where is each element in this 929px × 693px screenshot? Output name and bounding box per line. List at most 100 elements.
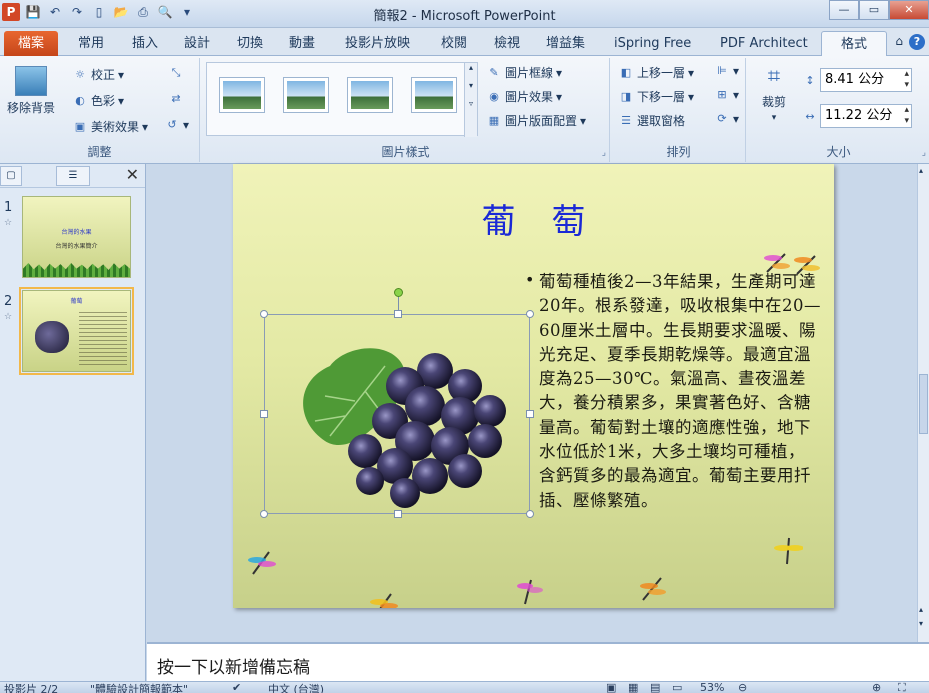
height-field[interactable]: 8.41 公分 ▴ ▾ [820,68,912,92]
slide-thumbnail-2[interactable]: 葡萄 [19,287,134,375]
slide-sorter-view-icon[interactable]: ▦ [628,682,638,693]
dragonfly-decoration [517,579,543,605]
tab-slideshow[interactable]: 投影片放映 [337,31,418,56]
thumb-grape-image [35,321,69,353]
bring-forward-button[interactable]: ◧ 上移一層 ▾ [618,64,694,81]
vertical-scrollbar[interactable]: ▴ ▴ ▾ [917,164,929,642]
maximize-button[interactable]: ▭ [859,0,889,20]
send-backward-icon: ◨ [620,89,632,103]
slide[interactable]: 葡萄 • 葡萄種植後2—3年結果，生產期可達20年。根系發達，吸收根集中在20—… [233,164,834,608]
style-thumbnail[interactable] [411,77,457,113]
picture-effects-button[interactable]: ◉ 圖片效果 ▾ [486,88,562,105]
rotation-handle[interactable] [394,288,403,297]
outline-tab-icon[interactable]: ☰ [56,166,90,186]
tab-view[interactable]: 檢視 [486,31,528,56]
width-field[interactable]: 11.22 公分 ▴ ▾ [820,104,912,128]
grass-decoration [23,263,130,277]
close-button[interactable]: ✕ [889,0,929,20]
minimize-ribbon-icon[interactable]: ⌂ [895,34,903,50]
width-spinner[interactable]: ▴ ▾ [904,105,909,127]
dragonfly-decoration [764,253,790,273]
crop-icon: ⌗ [767,64,781,89]
tab-insert[interactable]: 插入 [124,31,166,56]
picture-border-button[interactable]: ✎ 圖片框線 ▾ [486,64,562,81]
selection-pane-button[interactable]: ☰ 選取窗格 [618,112,685,129]
style-thumbnail[interactable] [347,77,393,113]
dragonfly-decoration [248,551,276,575]
slides-panel-header: ▢ ☰ ✕ [0,164,145,188]
tab-home[interactable]: 常用 [70,31,112,56]
slide-title[interactable]: 葡萄 [233,194,834,243]
slides-tab-icon[interactable]: ▢ [0,166,22,186]
corrections-button[interactable]: ☼ 校正 ▾ [72,66,124,83]
width-value: 11.22 公分 [825,108,893,123]
crop-button[interactable]: ⌗ 裁剪 ▾ [754,64,794,123]
artistic-effects-button[interactable]: ▣ 美術效果 ▾ [72,118,148,135]
bring-forward-icon: ◧ [620,65,632,79]
align-icon: ⊫ [717,64,727,77]
close-panel-icon[interactable]: ✕ [126,165,139,184]
spellcheck-icon[interactable]: ✔ [232,682,241,693]
animation-star-icon: ☆ [4,312,13,322]
slideshow-view-icon[interactable]: ▭ [672,682,682,693]
resize-handle[interactable] [260,310,268,318]
resize-handle[interactable] [526,510,534,518]
resize-handle[interactable] [526,410,534,418]
picture-layout-button[interactable]: ▦ 圖片版面配置 ▾ [486,112,586,129]
compress-pictures-button[interactable]: ⤡ [168,66,184,80]
picture-border-label: 圖片框線 [505,66,554,80]
resize-handle[interactable] [394,510,402,518]
zoom-out-icon[interactable]: ⊖ [738,682,747,693]
language-status[interactable]: 中文 (台灣) [268,682,324,693]
selected-picture[interactable] [260,288,534,518]
resize-handle[interactable] [394,310,402,318]
selection-pane-label: 選取窗格 [637,114,686,128]
normal-view-icon[interactable]: ▣ [606,682,616,693]
tab-design[interactable]: 設計 [176,31,218,56]
send-backward-button[interactable]: ◨ 下移一層 ▾ [618,88,694,105]
fit-to-window-icon[interactable]: ⛶ [898,682,906,693]
notes-placeholder[interactable]: 按一下以新增備忘稿 [157,653,310,678]
send-backward-label: 下移一層 [637,90,686,104]
tab-animations[interactable]: 動畫 [281,31,323,56]
group-picture-styles-label: 圖片樣式 [381,145,430,159]
thumb-body-text [79,309,127,367]
group-objects-button[interactable]: ⊞ ▾ [714,88,739,102]
tab-transitions[interactable]: 切換 [229,31,271,56]
zoom-in-icon[interactable]: ⊕ [872,682,881,693]
style-thumbnail[interactable] [283,77,329,113]
tab-addins[interactable]: 增益集 [538,31,593,56]
height-spinner[interactable]: ▴ ▾ [904,69,909,91]
align-button[interactable]: ⊫ ▾ [714,64,739,78]
slide-count-status: 投影片 2/2 [4,683,59,693]
change-picture-button[interactable]: ⇄ [168,92,184,106]
resize-handle[interactable] [526,310,534,318]
notes-pane[interactable]: 按一下以新增備忘稿 [147,642,929,681]
tab-format[interactable]: 格式 [821,31,887,57]
reading-view-icon[interactable]: ▤ [650,682,660,693]
window-controls: — ▭ ✕ [829,0,929,20]
style-thumbnail[interactable] [219,77,265,113]
gallery-scroll[interactable]: ▴ ▾ ▿ [464,63,477,137]
slide-thumbnail-1[interactable]: 台灣的水果 台灣的水果簡介 [22,196,131,278]
thumb-title: 葡萄 [70,298,83,305]
reset-picture-button[interactable]: ↺ ▾ [164,118,189,132]
slide-body-text[interactable]: 葡萄種植後2—3年結果，生產期可達20年。根系發達，吸收根集中在20—60厘米土… [539,270,821,513]
reset-picture-icon: ↺ [167,118,177,131]
resize-handle[interactable] [260,410,268,418]
size-dialog-launcher-icon[interactable]: ⌟ [922,148,926,158]
color-button[interactable]: ◐ 色彩 ▾ [72,92,124,109]
compress-icon: ⤡ [171,66,181,79]
tab-review[interactable]: 校閱 [433,31,475,56]
tab-ispring[interactable]: iSpring Free [606,31,699,56]
minimize-button[interactable]: — [829,0,859,20]
remove-background-button[interactable]: 移除背景 [2,66,60,116]
rotate-button[interactable]: ⟳ ▾ [714,112,739,126]
tab-pdf-architect[interactable]: PDF Architect [712,31,816,56]
zoom-level[interactable]: 53% [700,682,724,693]
dialog-launcher-icon[interactable]: ⌟ [602,148,606,158]
resize-handle[interactable] [260,510,268,518]
ribbon-tabs: 檔案 常用 插入 設計 切換 動畫 投影片放映 校閱 檢視 增益集 iSprin… [0,28,929,57]
tab-file[interactable]: 檔案 [4,31,58,56]
help-icon[interactable]: ? [909,34,925,50]
